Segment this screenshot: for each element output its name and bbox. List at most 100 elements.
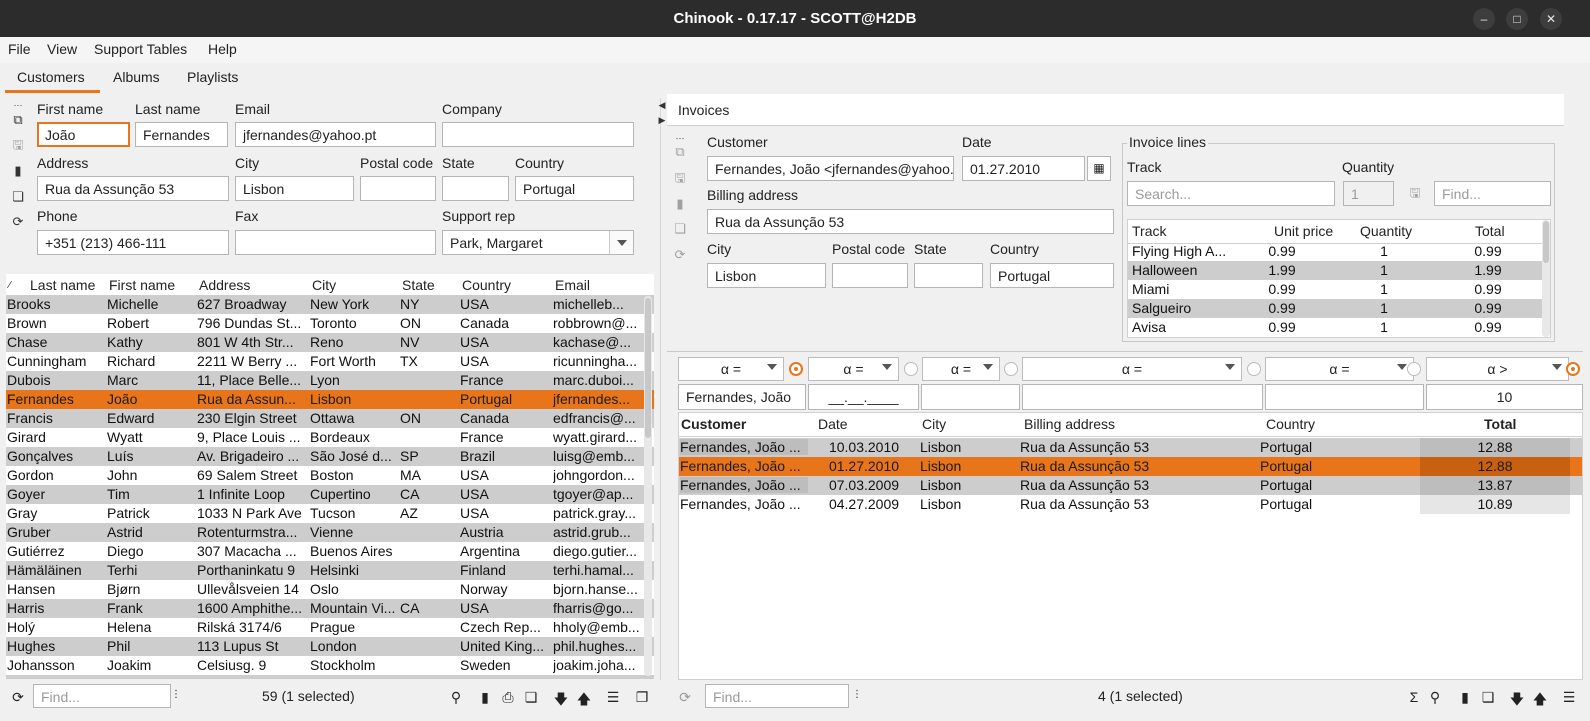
table-row[interactable]: Hämäläinen Terhi Porthaninkatu 9 Helsinki Fi… [6,561,654,580]
col-address[interactable]: Address [199,277,250,293]
list-icon[interactable]: ☰ [1561,689,1577,706]
minimize-icon[interactable]: – [1473,8,1495,30]
customer-table-scroll-thumb[interactable] [645,298,651,438]
table-row[interactable]: Francis Edward 230 Elgin Street Ottawa ON Can… [6,409,654,428]
table-row[interactable]: Gordon John 69 Salem Street Boston MA USA john… [6,466,654,485]
email-field[interactable]: jfernandes@yahoo.pt [235,122,436,147]
invoice-postal-code-field[interactable] [832,263,908,288]
col-first-name[interactable]: First name [109,277,175,293]
tab-albums[interactable]: Albums [113,69,160,85]
copy-icon[interactable]: ❏ [673,222,687,236]
new-record-icon[interactable]: ⧉ [11,113,25,127]
copy-icon[interactable]: ❏ [11,190,25,204]
invoice-customer-field[interactable]: Fernandes, João <jfernandes@yahoo.pt> [707,156,954,181]
refresh-icon[interactable]: ⟳ [10,689,26,706]
invoice-date-field[interactable]: 01.27.2010 [962,156,1085,181]
col-email[interactable]: Email [555,277,590,293]
col-unit-price[interactable]: Unit price [1274,223,1333,239]
resize-handle-icon[interactable]: ⋮ [849,689,865,700]
invoice-city-field[interactable]: Lisbon [707,263,826,288]
calendar-icon[interactable]: ▦ [1087,156,1111,181]
save-icon[interactable]: 🖫 [11,138,25,152]
copy-icon[interactable]: ❏ [523,689,539,706]
col-customer[interactable]: Customer [681,416,746,432]
col-date[interactable]: Date [818,416,848,432]
delete-icon[interactable]: ▮ [477,689,493,706]
filter-date-value[interactable]: __.__.____ [808,384,919,410]
chevron-down-icon[interactable] [609,231,633,254]
drag-handle-icon[interactable]: ··· [11,98,25,112]
copy-icon[interactable]: ❏ [1480,689,1496,706]
col-total[interactable]: Total [1484,416,1516,432]
table-row[interactable]: Miami 0.99 1 0.99 [1128,280,1550,299]
customer-find-input[interactable]: Find... [33,684,171,708]
table-row[interactable]: Hughes Phil 113 Lupus St London United King.… [6,637,654,656]
drag-handle-icon[interactable]: ··· [673,131,687,145]
refresh-icon[interactable]: ⟳ [11,215,25,229]
tab-customers[interactable]: Customers [17,69,85,85]
search-icon[interactable]: ⚲ [448,689,464,706]
table-row[interactable]: Cunningham Richard 2211 W Berry ... Fort Wo… [6,352,654,371]
close-icon[interactable]: ✕ [1540,8,1562,30]
filter-city-operator[interactable]: α = [922,357,1000,381]
delete-icon[interactable]: ▮ [1457,689,1473,706]
filter-customer-operator[interactable]: α = [678,357,784,381]
fax-field[interactable] [235,230,436,255]
table-row[interactable]: Salgueiro 0.99 1 0.99 [1128,299,1550,318]
billing-address-field[interactable]: Rua da Assunção 53 [707,209,1114,234]
table-row[interactable]: Johansson Joakim Celsiusg. 9 Stockholm Swede… [6,656,654,675]
table-row[interactable]: Fernandes, João ... 07.03.2009 Lisbon Rua d… [679,476,1582,495]
city-field[interactable]: Lisbon [235,176,354,201]
menu-help[interactable]: Help [208,41,237,57]
table-row[interactable]: Avisa 0.99 1 0.99 [1128,318,1550,337]
menu-view[interactable]: View [47,41,77,57]
table-row[interactable]: Gutiérrez Diego 307 Macacha ... Buenos Aire… [6,542,654,561]
filter-customer-toggle[interactable] [789,362,803,376]
search-icon[interactable]: ⚲ [1427,689,1443,706]
arrow-up-icon[interactable]: 🡅 [1532,689,1548,713]
quantity-field[interactable]: 1 [1343,181,1394,206]
invoice-country-field[interactable]: Portugal [990,263,1114,288]
table-row[interactable]: Brooks Michelle 627 Broadway New York NY USA m… [6,295,654,314]
last-name-field[interactable]: Fernandes [135,122,228,147]
col-total[interactable]: Total [1475,223,1505,239]
col-country[interactable]: Country [462,277,511,293]
col-track[interactable]: Track [1132,223,1166,239]
arrow-down-icon[interactable]: 🡇 [553,689,569,713]
filter-city-value[interactable] [921,384,1020,410]
filter-country-value[interactable] [1265,384,1424,410]
address-field[interactable]: Rua da Assunção 53 [37,176,229,201]
table-row[interactable]: Holý Helena Rilská 3174/6 Prague Czech Rep..… [6,618,654,637]
invoice-lines-scrollbar[interactable] [1542,220,1550,337]
filter-country-operator[interactable]: α = [1265,357,1414,381]
table-row[interactable]: Halloween 1.99 1 1.99 [1128,261,1550,280]
table-row[interactable]: Girard Wyatt 9, Place Louis ... Bordeaux Fra… [6,428,654,447]
new-record-icon[interactable]: ⧉ [673,145,687,159]
state-field[interactable] [442,176,509,201]
refresh-icon[interactable]: ⟳ [677,689,693,706]
col-city[interactable]: City [312,277,336,293]
documents-icon[interactable]: ❐ [634,689,650,706]
tab-invoices[interactable]: Invoices [678,102,729,118]
table-row[interactable]: Flying High A... 0.99 1 0.99 [1128,242,1550,261]
filter-total-operator[interactable]: α > [1426,357,1569,381]
table-row[interactable]: Fernandes, João ... 04.27.2009 Lisbon Rua d… [679,495,1582,514]
filter-address-operator[interactable]: α = [1022,357,1242,381]
list-icon[interactable]: ☰ [605,689,621,706]
table-row[interactable]: Fernandes, João ... 01.27.2010 Lisbon Rua d… [679,457,1582,476]
refresh-icon[interactable]: ⟳ [673,248,687,262]
maximize-icon[interactable]: □ [1506,8,1528,30]
menu-support-tables[interactable]: Support Tables [94,41,187,57]
table-row[interactable]: Gray Patrick 1033 N Park Ave Tucson AZ USA pat… [6,504,654,523]
invoice-lines-find-input[interactable]: Find... [1434,181,1551,206]
first-name-field[interactable]: João [37,122,130,147]
save-icon[interactable]: 🖫 [1408,186,1422,200]
filter-total-value[interactable]: 10 [1426,384,1583,410]
print-icon[interactable]: ⎙ [500,689,516,706]
filter-customer-value[interactable]: Fernandes, João [678,384,806,410]
customer-table-scrollbar[interactable] [644,296,652,676]
invoice-lines-scroll-thumb[interactable] [1543,221,1549,263]
table-row[interactable]: Hansen Bjørn Ullevålsveien 14 Oslo Norway bjo… [6,580,654,599]
filter-date-operator[interactable]: α = [808,357,899,381]
invoice-state-field[interactable] [914,263,983,288]
